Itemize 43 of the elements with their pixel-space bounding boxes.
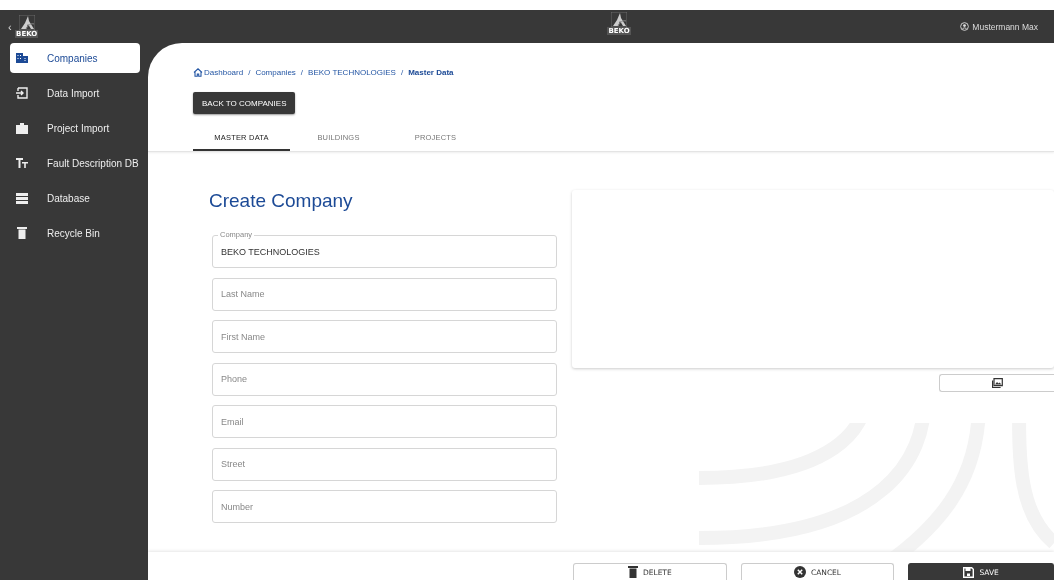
user-icon [960,22,970,31]
text-size-icon [16,158,28,168]
upload-image-button[interactable] [939,374,1054,392]
input-field[interactable]: Number [212,490,557,523]
import-icon [16,87,28,99]
collapse-button[interactable]: ‹ [8,20,12,33]
form-title: Create Company [209,190,354,213]
breadcrumb-link[interactable]: Companies [255,67,296,77]
briefcase-icon [16,122,28,134]
field-placeholder: Last Name [221,289,265,299]
breadcrumb-separator: / [300,67,304,77]
sidebar-item[interactable]: Database [10,183,140,213]
save-icon [963,566,975,578]
breadcrumb-link[interactable]: BEKO TECHNOLOGIES [308,67,396,77]
field-placeholder: Email [221,416,244,427]
building-icon [16,52,28,64]
user-menu[interactable]: Mustermann Max [960,21,1038,32]
breadcrumb-current: Master Data [408,67,454,77]
sidebar-item[interactable]: Companies [10,43,140,73]
back-button[interactable]: BACK TO COMPANIES [193,92,296,114]
input-field[interactable]: Last Name [212,277,557,311]
list-icon [16,192,28,204]
sidebar-item[interactable]: Data Import [10,78,140,108]
breadcrumb-link[interactable]: Dashboard [204,67,244,77]
sidebar-item[interactable]: Fault Description DB [10,148,140,178]
field-placeholder: Phone [221,374,248,384]
field-placeholder: Number [221,501,253,512]
input-field[interactable]: Email [212,405,557,438]
input-field[interactable]: Street [212,447,557,481]
cancel-icon [793,566,806,578]
sidebar-item[interactable]: Project Import [10,113,140,143]
image-folder-icon [991,378,1003,388]
home-icon[interactable] [193,67,203,77]
trash-icon [17,227,27,239]
field-value: BEKO TECHNOLOGIES [221,246,320,257]
input-field[interactable]: Phone [212,362,557,396]
breadcrumb-separator: / [400,67,404,77]
field-placeholder: First Name [221,331,265,342]
sidebar-item[interactable]: Recycle Bin [10,218,140,248]
field-placeholder: Street [221,459,245,469]
breadcrumb-separator: / [248,67,251,77]
trash-icon [627,566,638,578]
input-field[interactable]: First Name [212,320,557,353]
